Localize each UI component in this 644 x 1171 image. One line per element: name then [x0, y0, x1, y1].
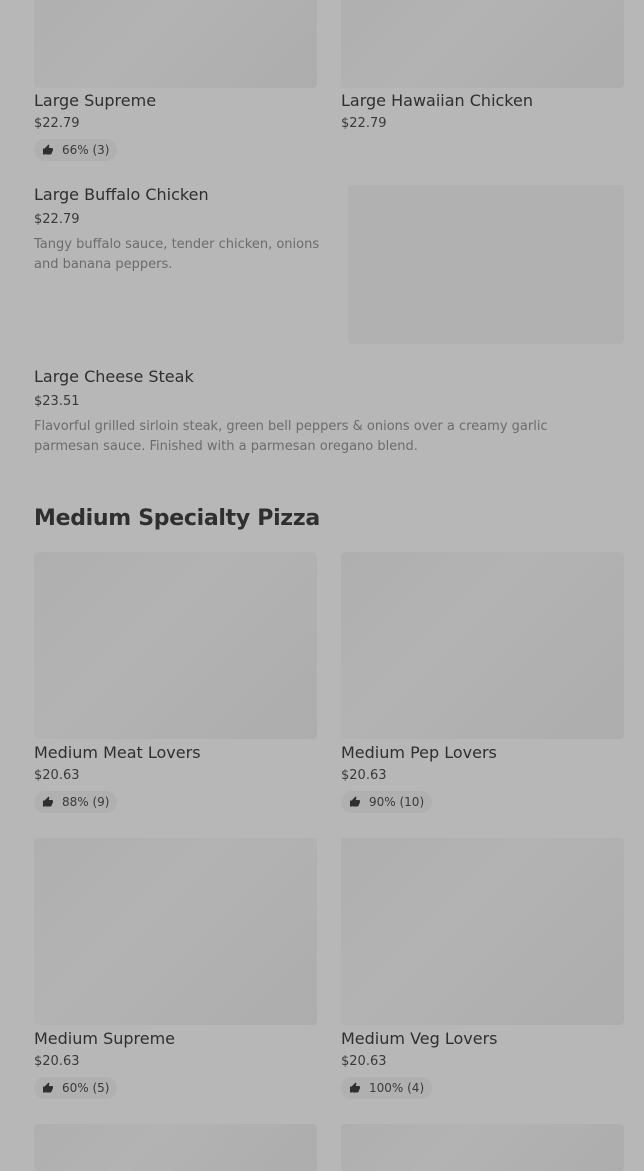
menu-item-medium-veg-lovers[interactable]: Medium Veg Lovers $20.63 100% (4) [341, 1029, 625, 1099]
rating-text: 60% (5) [62, 1081, 110, 1095]
menu-item-medium-supreme[interactable]: Medium Supreme $20.63 60% (5) [34, 1029, 318, 1099]
menu-item-medium-pep-lovers[interactable]: Medium Pep Lovers $20.63 90% (10) [341, 743, 625, 813]
item-price: $22.79 [341, 116, 387, 131]
medium-meat-lovers-image[interactable] [34, 552, 317, 739]
menu-item-large-supreme[interactable]: Large Supreme $22.79 66% (3) [34, 91, 318, 161]
item-price: $20.63 [34, 768, 80, 783]
item-description: Tangy buffalo sauce, tender chicken, oni… [34, 237, 320, 272]
thumbs-up-icon [350, 796, 360, 807]
menu-item-large-buffalo-chicken[interactable]: Large Buffalo Chicken $22.79 Tangy buffa… [34, 185, 324, 275]
thumbs-up-icon [43, 796, 53, 807]
menu-item-large-hawaiian-chicken[interactable]: Large Hawaiian Chicken $22.79 [341, 91, 625, 133]
large-supreme-image[interactable] [34, 0, 317, 88]
rating-text: 88% (9) [62, 795, 110, 809]
medium-pep-lovers-image[interactable] [341, 552, 624, 739]
thumbs-up-icon [350, 1082, 360, 1093]
item-name: Large Buffalo Chicken [34, 185, 209, 204]
large-buffalo-chicken-image[interactable] [348, 185, 624, 344]
rating-badge: 60% (5) [34, 1077, 118, 1099]
rating-badge: 100% (4) [341, 1077, 433, 1099]
medium-supreme-image[interactable] [34, 838, 317, 1025]
item-name: Medium Pep Lovers [341, 743, 497, 762]
item-name: Medium Meat Lovers [34, 743, 201, 762]
rating-badge: 90% (10) [341, 791, 433, 813]
menu-item-image[interactable] [341, 1124, 624, 1171]
menu-item-medium-meat-lovers[interactable]: Medium Meat Lovers $20.63 88% (9) [34, 743, 318, 813]
item-name: Medium Veg Lovers [341, 1029, 498, 1048]
item-price: $20.63 [341, 1054, 387, 1069]
thumbs-up-icon [43, 1082, 53, 1093]
item-description: Flavorful grilled sirloin steak, green b… [34, 419, 548, 454]
rating-badge: 88% (9) [34, 791, 118, 813]
item-name: Large Cheese Steak [34, 367, 194, 386]
menu-page: Large Supreme $22.79 66% (3) Large Hawai… [0, 0, 644, 1171]
large-hawaiian-chicken-image[interactable] [341, 0, 624, 88]
thumbs-up-icon [43, 144, 53, 155]
menu-item-large-cheese-steak[interactable]: Large Cheese Steak $23.51 Flavorful gril… [34, 367, 614, 457]
rating-text: 100% (4) [369, 1081, 425, 1095]
item-price: $22.79 [34, 212, 80, 227]
item-price: $20.63 [341, 768, 387, 783]
section-title-medium-specialty: Medium Specialty Pizza [34, 506, 320, 531]
item-name: Large Hawaiian Chicken [341, 91, 533, 110]
menu-item-image[interactable] [34, 1124, 317, 1171]
rating-text: 90% (10) [369, 795, 425, 809]
medium-veg-lovers-image[interactable] [341, 838, 624, 1025]
item-name: Medium Supreme [34, 1029, 176, 1048]
item-price: $22.79 [34, 116, 80, 131]
item-price: $20.63 [34, 1054, 80, 1069]
item-price: $23.51 [34, 394, 80, 409]
rating-text: 66% (3) [62, 143, 110, 157]
item-name: Large Supreme [34, 91, 157, 110]
rating-badge: 66% (3) [34, 139, 118, 161]
